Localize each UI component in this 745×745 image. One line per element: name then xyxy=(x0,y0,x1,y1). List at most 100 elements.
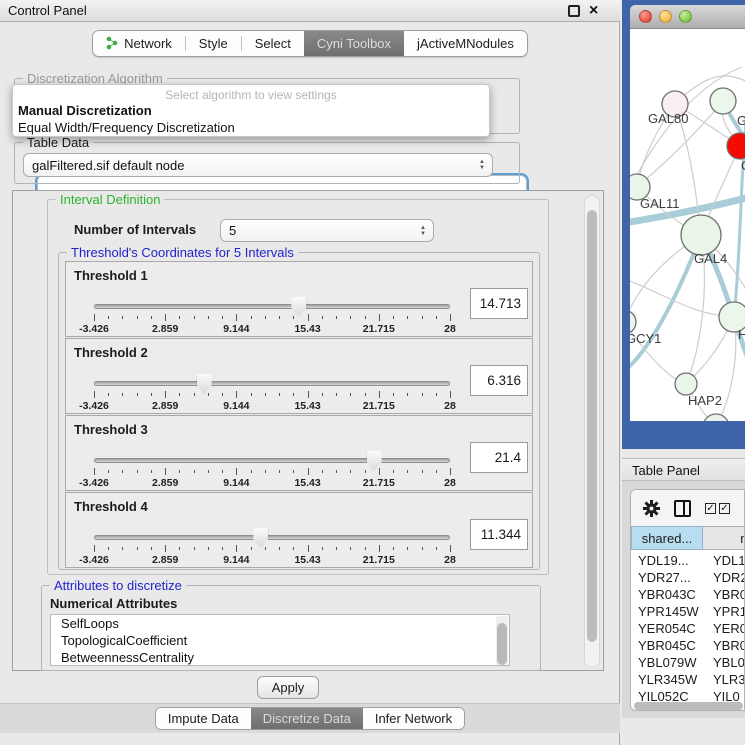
table-rows: YDL19...YDL1YDR27...YDR2YBR043CYBR0YPR14… xyxy=(631,552,745,703)
scale-label: 9.144 xyxy=(223,477,249,489)
apply-button[interactable]: Apply xyxy=(257,676,319,699)
table-row[interactable]: YDR27...YDR2 xyxy=(631,569,745,586)
network-node[interactable] xyxy=(710,88,736,114)
cell-shared-name[interactable]: YBR043C xyxy=(631,586,703,603)
tick-mark xyxy=(151,316,152,319)
threshold-value-field[interactable]: 14.713 xyxy=(470,288,528,319)
tab-style[interactable]: Style xyxy=(186,31,241,56)
popup-item-manual-discretization[interactable]: Manual Discretization xyxy=(18,103,152,118)
close-traffic-icon[interactable] xyxy=(639,10,652,23)
threshold-slider-track[interactable] xyxy=(94,381,450,386)
settings-scroll-thumb[interactable] xyxy=(587,210,597,642)
table-row[interactable]: YDL19...YDL1 xyxy=(631,552,745,569)
table-hscrollbar[interactable] xyxy=(634,702,743,710)
threshold-slider-track[interactable] xyxy=(94,304,450,309)
cell-name[interactable]: YER0 xyxy=(703,620,745,637)
network-node[interactable] xyxy=(675,373,697,395)
attributes-scrollbar[interactable] xyxy=(496,616,508,666)
bottom-tab-impute-data[interactable]: Impute Data xyxy=(156,708,251,729)
cell-name[interactable]: YBR0 xyxy=(703,637,745,654)
table-row[interactable]: YBR045CYBR0 xyxy=(631,637,745,654)
tick-mark xyxy=(393,316,394,319)
tick-mark xyxy=(179,316,180,319)
scale-label: -3.426 xyxy=(79,323,109,335)
attributes-scroll-thumb[interactable] xyxy=(497,623,507,665)
table-row[interactable]: YIL052CYIL0 xyxy=(631,688,745,703)
attribute-item-topologicalcoefficient[interactable]: TopologicalCoefficient xyxy=(51,632,509,649)
zoom-traffic-icon[interactable] xyxy=(679,10,692,23)
float-window-icon[interactable] xyxy=(568,5,580,17)
cell-name[interactable]: YIL0 xyxy=(703,688,745,703)
cell-shared-name[interactable]: YDR27... xyxy=(631,569,703,586)
bottom-tab-infer-network[interactable]: Infer Network xyxy=(363,708,464,729)
tick-mark xyxy=(350,547,351,550)
tick-mark xyxy=(436,393,437,396)
tick-mark xyxy=(208,547,209,550)
network-node[interactable] xyxy=(727,133,745,159)
cell-shared-name[interactable]: YPR145W xyxy=(631,603,703,620)
attribute-item-selfloops[interactable]: SelfLoops xyxy=(51,615,509,632)
minimize-traffic-icon[interactable] xyxy=(659,10,672,23)
checked-box-icon[interactable]: ✓ xyxy=(705,503,716,514)
network-canvas[interactable]: GAL80GACGAL11GAL4GCY1HHAP2 xyxy=(630,29,745,421)
cell-name[interactable]: YBL0 xyxy=(703,654,745,671)
cell-name[interactable]: YDL1 xyxy=(703,552,745,569)
cell-name[interactable]: YLR3 xyxy=(703,671,745,688)
close-icon[interactable]: × xyxy=(589,0,598,22)
tick-mark xyxy=(422,547,423,550)
network-node[interactable] xyxy=(703,414,729,421)
scale-label: 21.715 xyxy=(363,400,395,412)
columns-icon[interactable] xyxy=(674,500,691,517)
column-header-name[interactable]: na xyxy=(703,526,745,550)
table-row[interactable]: YBR043CYBR0 xyxy=(631,586,745,603)
threshold-value-field[interactable]: 6.316 xyxy=(470,365,528,396)
tab-network[interactable]: Network xyxy=(93,31,185,56)
tick-mark xyxy=(165,314,166,321)
tick-mark xyxy=(236,391,237,398)
tick-mark xyxy=(379,468,380,475)
tick-mark xyxy=(407,316,408,319)
cell-name[interactable]: YPR1 xyxy=(703,603,745,620)
threshold-slider-track[interactable] xyxy=(94,458,450,463)
threshold-slider-track[interactable] xyxy=(94,535,450,540)
cell-shared-name[interactable]: YLR345W xyxy=(631,671,703,688)
gear-icon[interactable] xyxy=(643,500,660,517)
cell-shared-name[interactable]: YIL052C xyxy=(631,688,703,703)
stepper-icon: ▲▼ xyxy=(420,220,426,241)
threshold-value-field[interactable]: 21.4 xyxy=(470,442,528,473)
cell-name[interactable]: YBR0 xyxy=(703,586,745,603)
attribute-item-betweennesscentrality[interactable]: BetweennessCentrality xyxy=(51,649,509,666)
table-hscroll-thumb[interactable] xyxy=(634,702,743,710)
table-row[interactable]: YBL079WYBL0 xyxy=(631,654,745,671)
threshold-scale-labels: -3.4262.8599.14415.4321.71528 xyxy=(94,400,450,412)
numerical-attributes-list[interactable]: SelfLoopsTopologicalCoefficientBetweenne… xyxy=(50,614,510,666)
column-header-shared-name[interactable]: shared... xyxy=(631,526,703,550)
threshold-value-field[interactable]: 11.344 xyxy=(470,519,528,550)
cell-shared-name[interactable]: YER054C xyxy=(631,620,703,637)
tab-jactivemnodules[interactable]: jActiveMNodules xyxy=(404,31,527,56)
tab-cyni-toolbox[interactable]: Cyni Toolbox xyxy=(304,31,404,56)
cell-shared-name[interactable]: YBR045C xyxy=(631,637,703,654)
table-row[interactable]: YLR345WYLR3 xyxy=(631,671,745,688)
cell-shared-name[interactable]: YBL079W xyxy=(631,654,703,671)
table-row[interactable]: YPR145WYPR1 xyxy=(631,603,745,620)
tick-mark xyxy=(251,316,252,319)
table-data-combobox[interactable]: galFiltered.sif default node ▲▼ xyxy=(23,153,493,177)
cell-name[interactable]: YDR2 xyxy=(703,569,745,586)
table-row[interactable]: YER054CYER0 xyxy=(631,620,745,637)
bottom-tab-discretize-data[interactable]: Discretize Data xyxy=(251,708,363,729)
scale-label: 2.859 xyxy=(152,477,178,489)
numerical-attributes-label: Numerical Attributes xyxy=(50,596,177,611)
checked-box-icon[interactable]: ✓ xyxy=(719,503,730,514)
network-window-titlebar[interactable] xyxy=(630,5,745,29)
popup-item-equal-width-frequency[interactable]: Equal Width/Frequency Discretization xyxy=(18,120,235,135)
number-of-intervals-combobox[interactable]: 5 ▲▼ xyxy=(220,219,434,242)
table-toolbar: ✓ ✓ xyxy=(631,490,744,526)
cell-shared-name[interactable]: YDL19... xyxy=(631,552,703,569)
tick-mark xyxy=(279,470,280,473)
network-node[interactable] xyxy=(681,215,721,255)
tick-mark xyxy=(122,316,123,319)
settings-scrollbar[interactable] xyxy=(584,195,600,668)
tab-select[interactable]: Select xyxy=(242,31,304,56)
threshold-ticks xyxy=(94,545,450,553)
